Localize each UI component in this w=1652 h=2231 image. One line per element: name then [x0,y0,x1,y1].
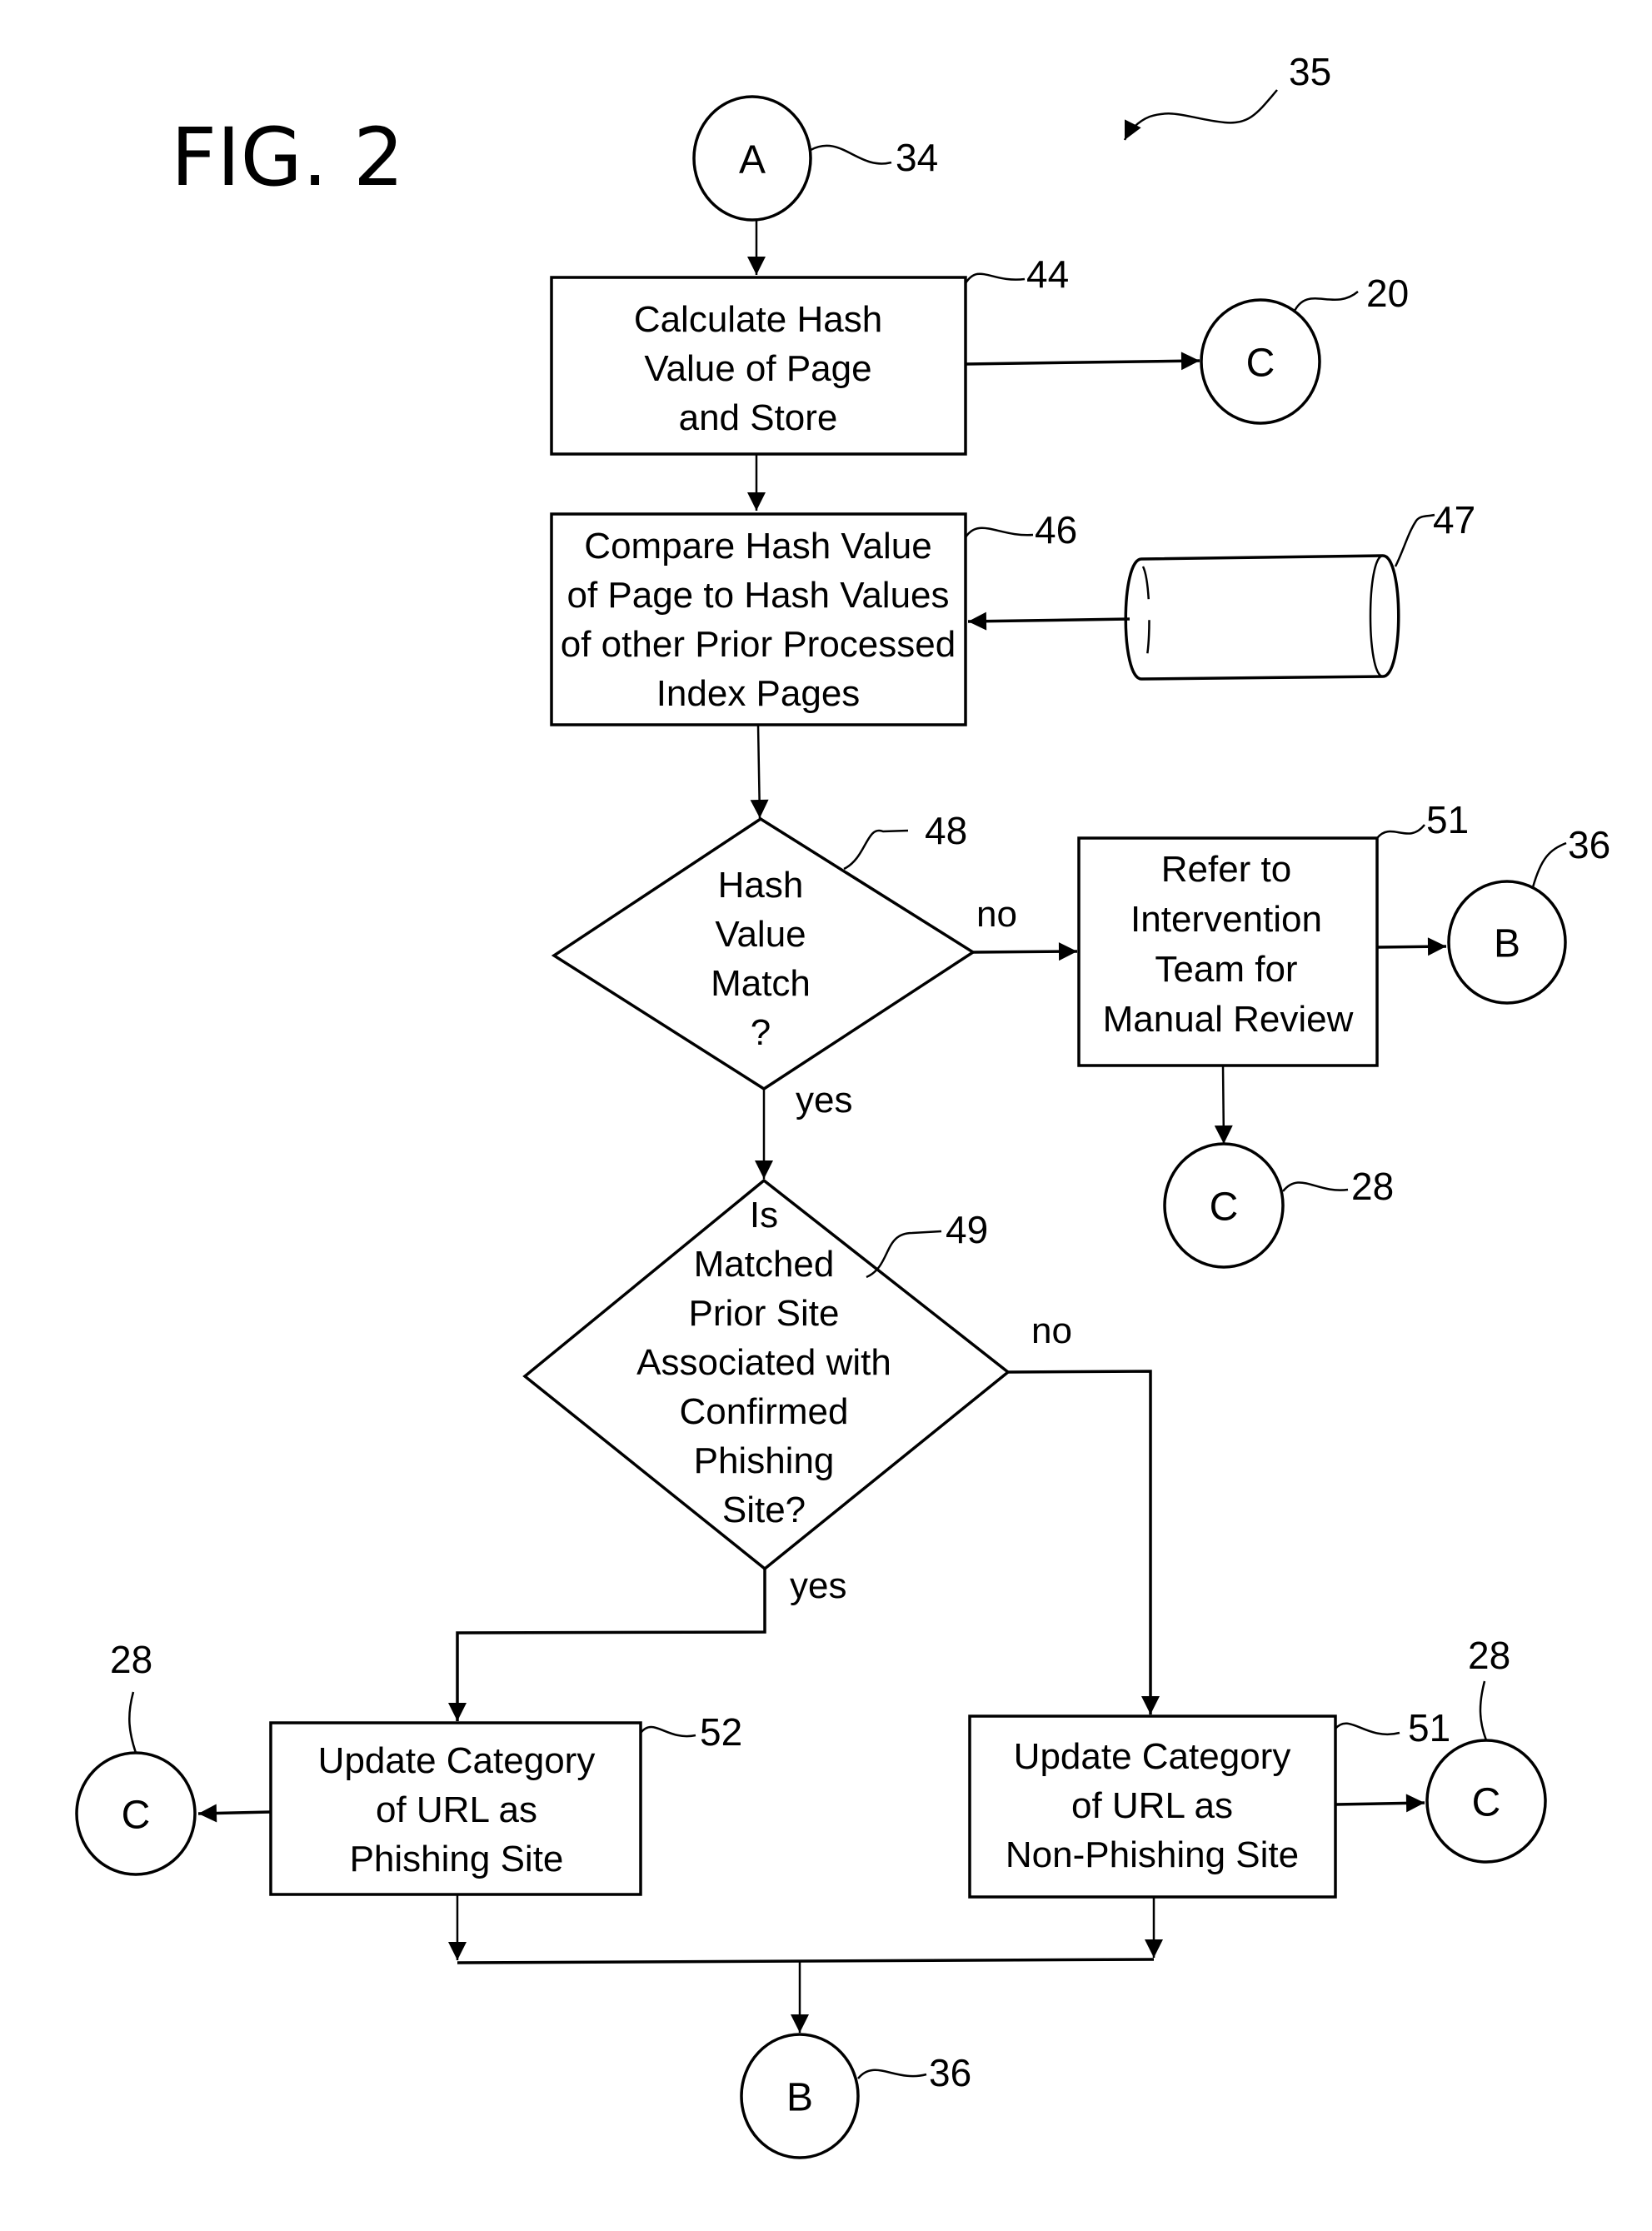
step-text-line: Calculate Hash [634,299,882,340]
figure-reference: 35 [1123,50,1331,141]
decision-text-line: Value [715,914,806,955]
ref-label: 28 [1351,1165,1394,1208]
connector-b-bottom[interactable]: B 36 [740,2033,971,2159]
step-text-line: Update Category [1014,1736,1291,1777]
decision-hash-match[interactable]: Hash Value Match ? 48 [551,809,976,1091]
ref-label: 36 [1568,823,1610,866]
ref-leader [964,272,1026,284]
ref-leader [866,1230,942,1279]
ref-leader [1376,824,1425,839]
ref-leader [1292,291,1359,313]
step-text-line: Team for [1155,949,1297,990]
decision-text-line: Match [711,963,811,1004]
flow-arrow-49-no [1007,1370,1160,1714]
ref-label: 28 [110,1638,152,1681]
figure-title: FIG. 2 [171,111,404,204]
ref-leader [857,2069,927,2079]
ref-leader [640,1725,696,1738]
ref-label: 34 [896,136,938,179]
decision-text-line: Associated with [636,1342,891,1383]
step-text-line: Refer to [1161,849,1292,890]
step-calculate-hash[interactable]: Calculate Hash Value of Page and Store 4… [550,252,1069,456]
decision-text-line: ? [751,1012,771,1053]
connector-letter: A [739,138,766,182]
flow-arrow-48-no [972,942,1078,961]
branch-label-yes: yes [790,1565,846,1606]
flow-arrow-52-to-c [197,1804,272,1823]
ref-label: 46 [1035,508,1077,552]
decision-text-line: Matched [694,1244,835,1285]
step-update-non-phishing[interactable]: Update Category of URL as Non-Phishing S… [968,1706,1450,1899]
branch-label-no: no [1031,1310,1072,1351]
decision-text-line: Phishing [694,1440,835,1481]
decision-text-line: Site? [722,1490,806,1530]
flow-arrow-47-to-46 [967,611,1130,631]
ref-label: 20 [1366,272,1409,315]
ref-leader [1282,1181,1349,1192]
ref-label: 51 [1426,798,1469,841]
step-text-line: and Store [679,397,838,438]
connector-b-right[interactable]: B 36 [1447,823,1610,1005]
step-text-line: of URL as [1071,1785,1233,1826]
step-refer-manual-review[interactable]: Refer to Intervention Team for Manual Re… [1077,798,1469,1067]
branch-label-no: no [976,894,1017,935]
ref-label: 52 [700,1710,742,1754]
connector-c-top[interactable]: C 20 [1200,272,1409,425]
connector-c-left[interactable]: C 28 [75,1638,197,1876]
flow-arrow-49-yes [448,1569,766,1721]
decision-text-line: Hash [718,865,804,906]
step-text-line: of URL as [376,1789,537,1830]
ref-label: 28 [1468,1634,1510,1677]
step-text-line: Compare Hash Value [584,526,931,566]
connector-letter: B [786,2076,813,2120]
database-cylinder[interactable]: 47 [1124,498,1475,681]
decision-confirmed-phishing[interactable]: Is Matched Prior Site Associated with Co… [522,1178,1011,1571]
ref-label: 44 [1026,252,1069,296]
ref-leader [1394,513,1435,567]
ref-label: 48 [925,809,967,852]
step-text-line: Manual Review [1103,999,1354,1040]
branch-label-yes: yes [796,1080,852,1120]
ref-leader [1479,1680,1488,1741]
connector-letter: C [1246,342,1275,386]
step-text-line: Non-Phishing Site [1006,1834,1299,1875]
ref-leader [1531,841,1567,888]
flow-arrow-51b-to-c [1335,1794,1425,1813]
step-text-line: of Page to Hash Values [566,575,949,616]
flowchart-figure: FIG. 2 35 A 34 Calculate Hash Value of P… [75,50,1610,2159]
step-text-line: Phishing Site [350,1839,564,1879]
flow-arrow-46-to-48 [750,724,769,819]
step-update-phishing[interactable]: Update Category of URL as Phishing Site … [269,1710,742,1896]
ref-label: 36 [929,2051,971,2094]
connector-letter: B [1494,922,1520,966]
decision-text-line: Confirmed [680,1391,849,1432]
step-text-line: Update Category [318,1740,596,1781]
merge-line [457,1958,1155,1964]
ref-label: 49 [946,1208,988,1251]
connector-letter: C [1210,1185,1239,1230]
decision-text-line: Is [750,1195,778,1235]
flow-arrow-51-to-b [1376,937,1447,956]
ref-leader [1335,1722,1400,1735]
connector-letter: C [122,1794,151,1838]
flow-arrow-51-to-c [1214,1065,1233,1145]
step-text-line: Intervention [1130,899,1322,940]
ref-label: 51 [1408,1706,1450,1749]
ref-leader [843,829,909,871]
flow-arrow-44-to-c [965,352,1200,371]
connector-a-start[interactable]: A 34 [692,95,938,222]
ref-label-35: 35 [1289,50,1331,93]
step-text-line: Index Pages [656,673,861,714]
step-compare-hash[interactable]: Compare Hash Value of Page to Hash Value… [550,508,1077,726]
ref-arrow-35 [1123,89,1278,141]
decision-text-line: Prior Site [689,1293,840,1334]
ref-leader [128,1691,137,1754]
step-text-line: of other Prior Processed [561,624,956,665]
ref-leader [810,144,892,165]
connector-c-middle[interactable]: C 28 [1163,1142,1394,1269]
ref-label: 47 [1433,498,1475,542]
step-text-line: Value of Page [644,348,871,389]
connector-letter: C [1472,1781,1501,1825]
ref-leader [964,527,1034,538]
